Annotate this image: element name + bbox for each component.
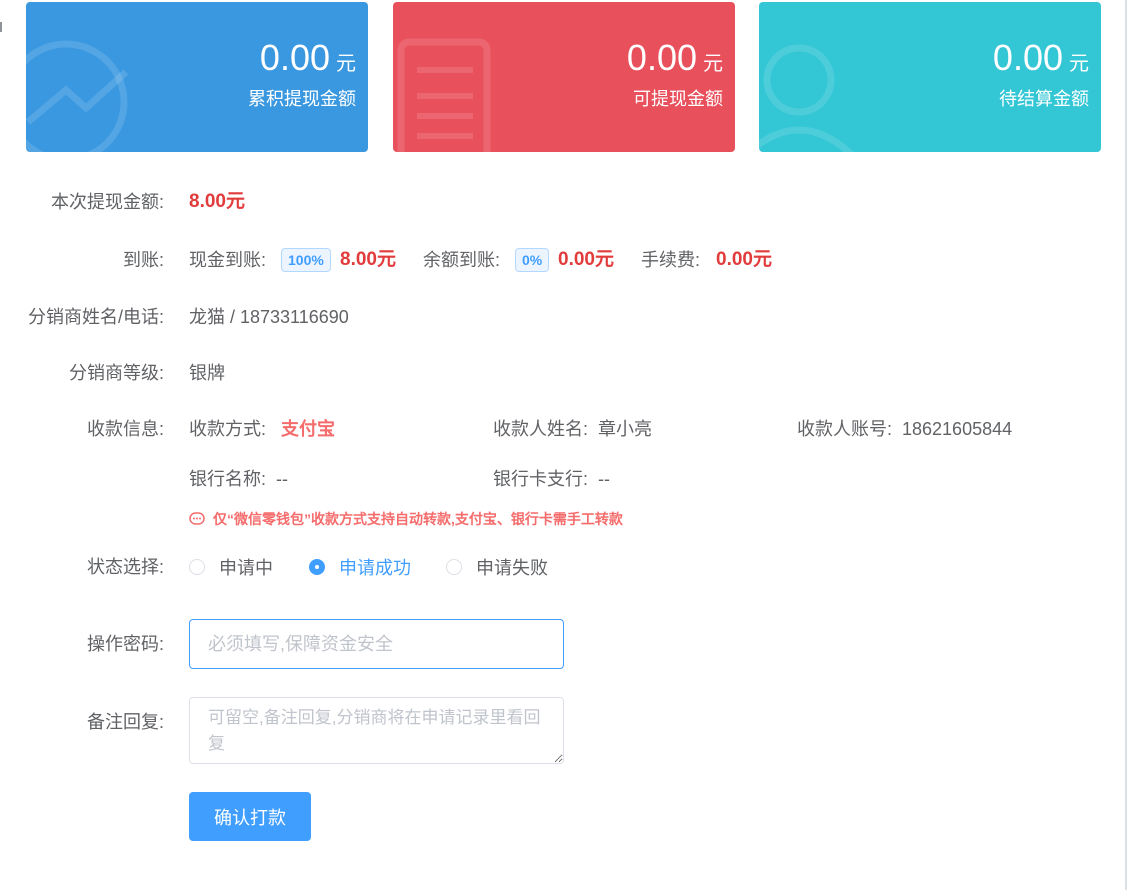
stat-label: 可提现金额 xyxy=(633,89,723,109)
withdraw-amount-value: 8.00元 xyxy=(189,191,245,212)
confirm-payment-button[interactable]: 确认打款 xyxy=(189,792,311,841)
transfer-notice: 仅“微信零钱包”收款方式支持自动转款,支付宝、银行卡需手工转款 xyxy=(189,508,623,530)
user-icon xyxy=(759,44,854,152)
stat-card-pending-settlement: 0.00 元 待结算金额 xyxy=(759,2,1101,152)
stat-amount: 0.00 元 xyxy=(626,37,723,78)
document-icon xyxy=(397,38,491,152)
operation-password-input[interactable] xyxy=(189,619,564,669)
balance-arrival-value: 0.00元 xyxy=(558,249,614,270)
chart-trend-icon xyxy=(26,40,129,152)
password-label: 操作密码: xyxy=(86,634,164,654)
payee-account-value: 18621605844 xyxy=(902,419,1013,439)
withdraw-amount-label: 本次提现金额: xyxy=(50,192,164,212)
status-option-label: 申请成功 xyxy=(339,558,411,578)
arrival-label: 到账: xyxy=(122,250,164,270)
radio-circle-icon[interactable] xyxy=(446,559,462,575)
fee-label: 手续费: xyxy=(641,250,701,270)
status-option-label: 申请中 xyxy=(219,558,273,578)
status-label: 状态选择: xyxy=(86,557,164,577)
distributor-label: 分销商姓名/电话: xyxy=(27,307,164,327)
stat-amount: 0.00 元 xyxy=(259,37,356,78)
stat-card-total-withdrawn: 0.00 元 累积提现金额 xyxy=(26,2,368,152)
bank-branch-value: -- xyxy=(598,469,610,489)
level-label: 分销商等级: xyxy=(68,363,164,383)
payment-method-label: 收款方式: xyxy=(189,419,267,439)
message-dots-icon xyxy=(189,512,205,525)
cash-percent-tag: 100% xyxy=(281,248,331,272)
frame-edge-mark xyxy=(0,22,2,32)
cash-arrival-label: 现金到账: xyxy=(189,250,267,270)
bank-name-label: 银行名称: xyxy=(189,469,267,489)
payee-name-label: 收款人姓名: xyxy=(493,419,589,439)
cash-arrival-value: 8.00元 xyxy=(340,249,396,270)
stat-card-withdrawable: 0.00 元 可提现金额 xyxy=(393,2,735,152)
transfer-notice-text: 仅“微信零钱包”收款方式支持自动转款,支付宝、银行卡需手工转款 xyxy=(213,511,623,527)
radio-checked-icon[interactable] xyxy=(309,559,325,575)
balance-arrival-label: 余额到账: xyxy=(423,250,501,270)
payee-info-label: 收款信息: xyxy=(86,419,164,439)
distributor-value: 龙猫 / 18733116690 xyxy=(189,307,349,327)
bank-branch-label: 银行卡支行: xyxy=(493,469,589,489)
payee-name-value: 章小亮 xyxy=(598,419,652,439)
stat-amount: 0.00 元 xyxy=(992,37,1089,78)
remark-label: 备注回复: xyxy=(86,712,164,732)
payee-account-label: 收款人账号: xyxy=(797,419,893,439)
status-radio-failed[interactable]: 申请失败 xyxy=(446,553,548,581)
stat-label: 累积提现金额 xyxy=(248,89,356,109)
status-option-label: 申请失败 xyxy=(476,558,548,578)
fee-value: 0.00元 xyxy=(716,249,772,270)
level-value: 银牌 xyxy=(189,363,225,383)
bank-name-value: -- xyxy=(276,469,288,489)
radio-circle-icon[interactable] xyxy=(189,559,205,575)
status-radio-success[interactable]: 申请成功 xyxy=(309,553,411,581)
stat-label: 待结算金额 xyxy=(999,89,1089,109)
remark-textarea[interactable] xyxy=(189,697,564,764)
payment-method-value: 支付宝 xyxy=(281,419,335,439)
status-radio-pending[interactable]: 申请中 xyxy=(189,553,273,581)
balance-percent-tag: 0% xyxy=(515,248,550,272)
